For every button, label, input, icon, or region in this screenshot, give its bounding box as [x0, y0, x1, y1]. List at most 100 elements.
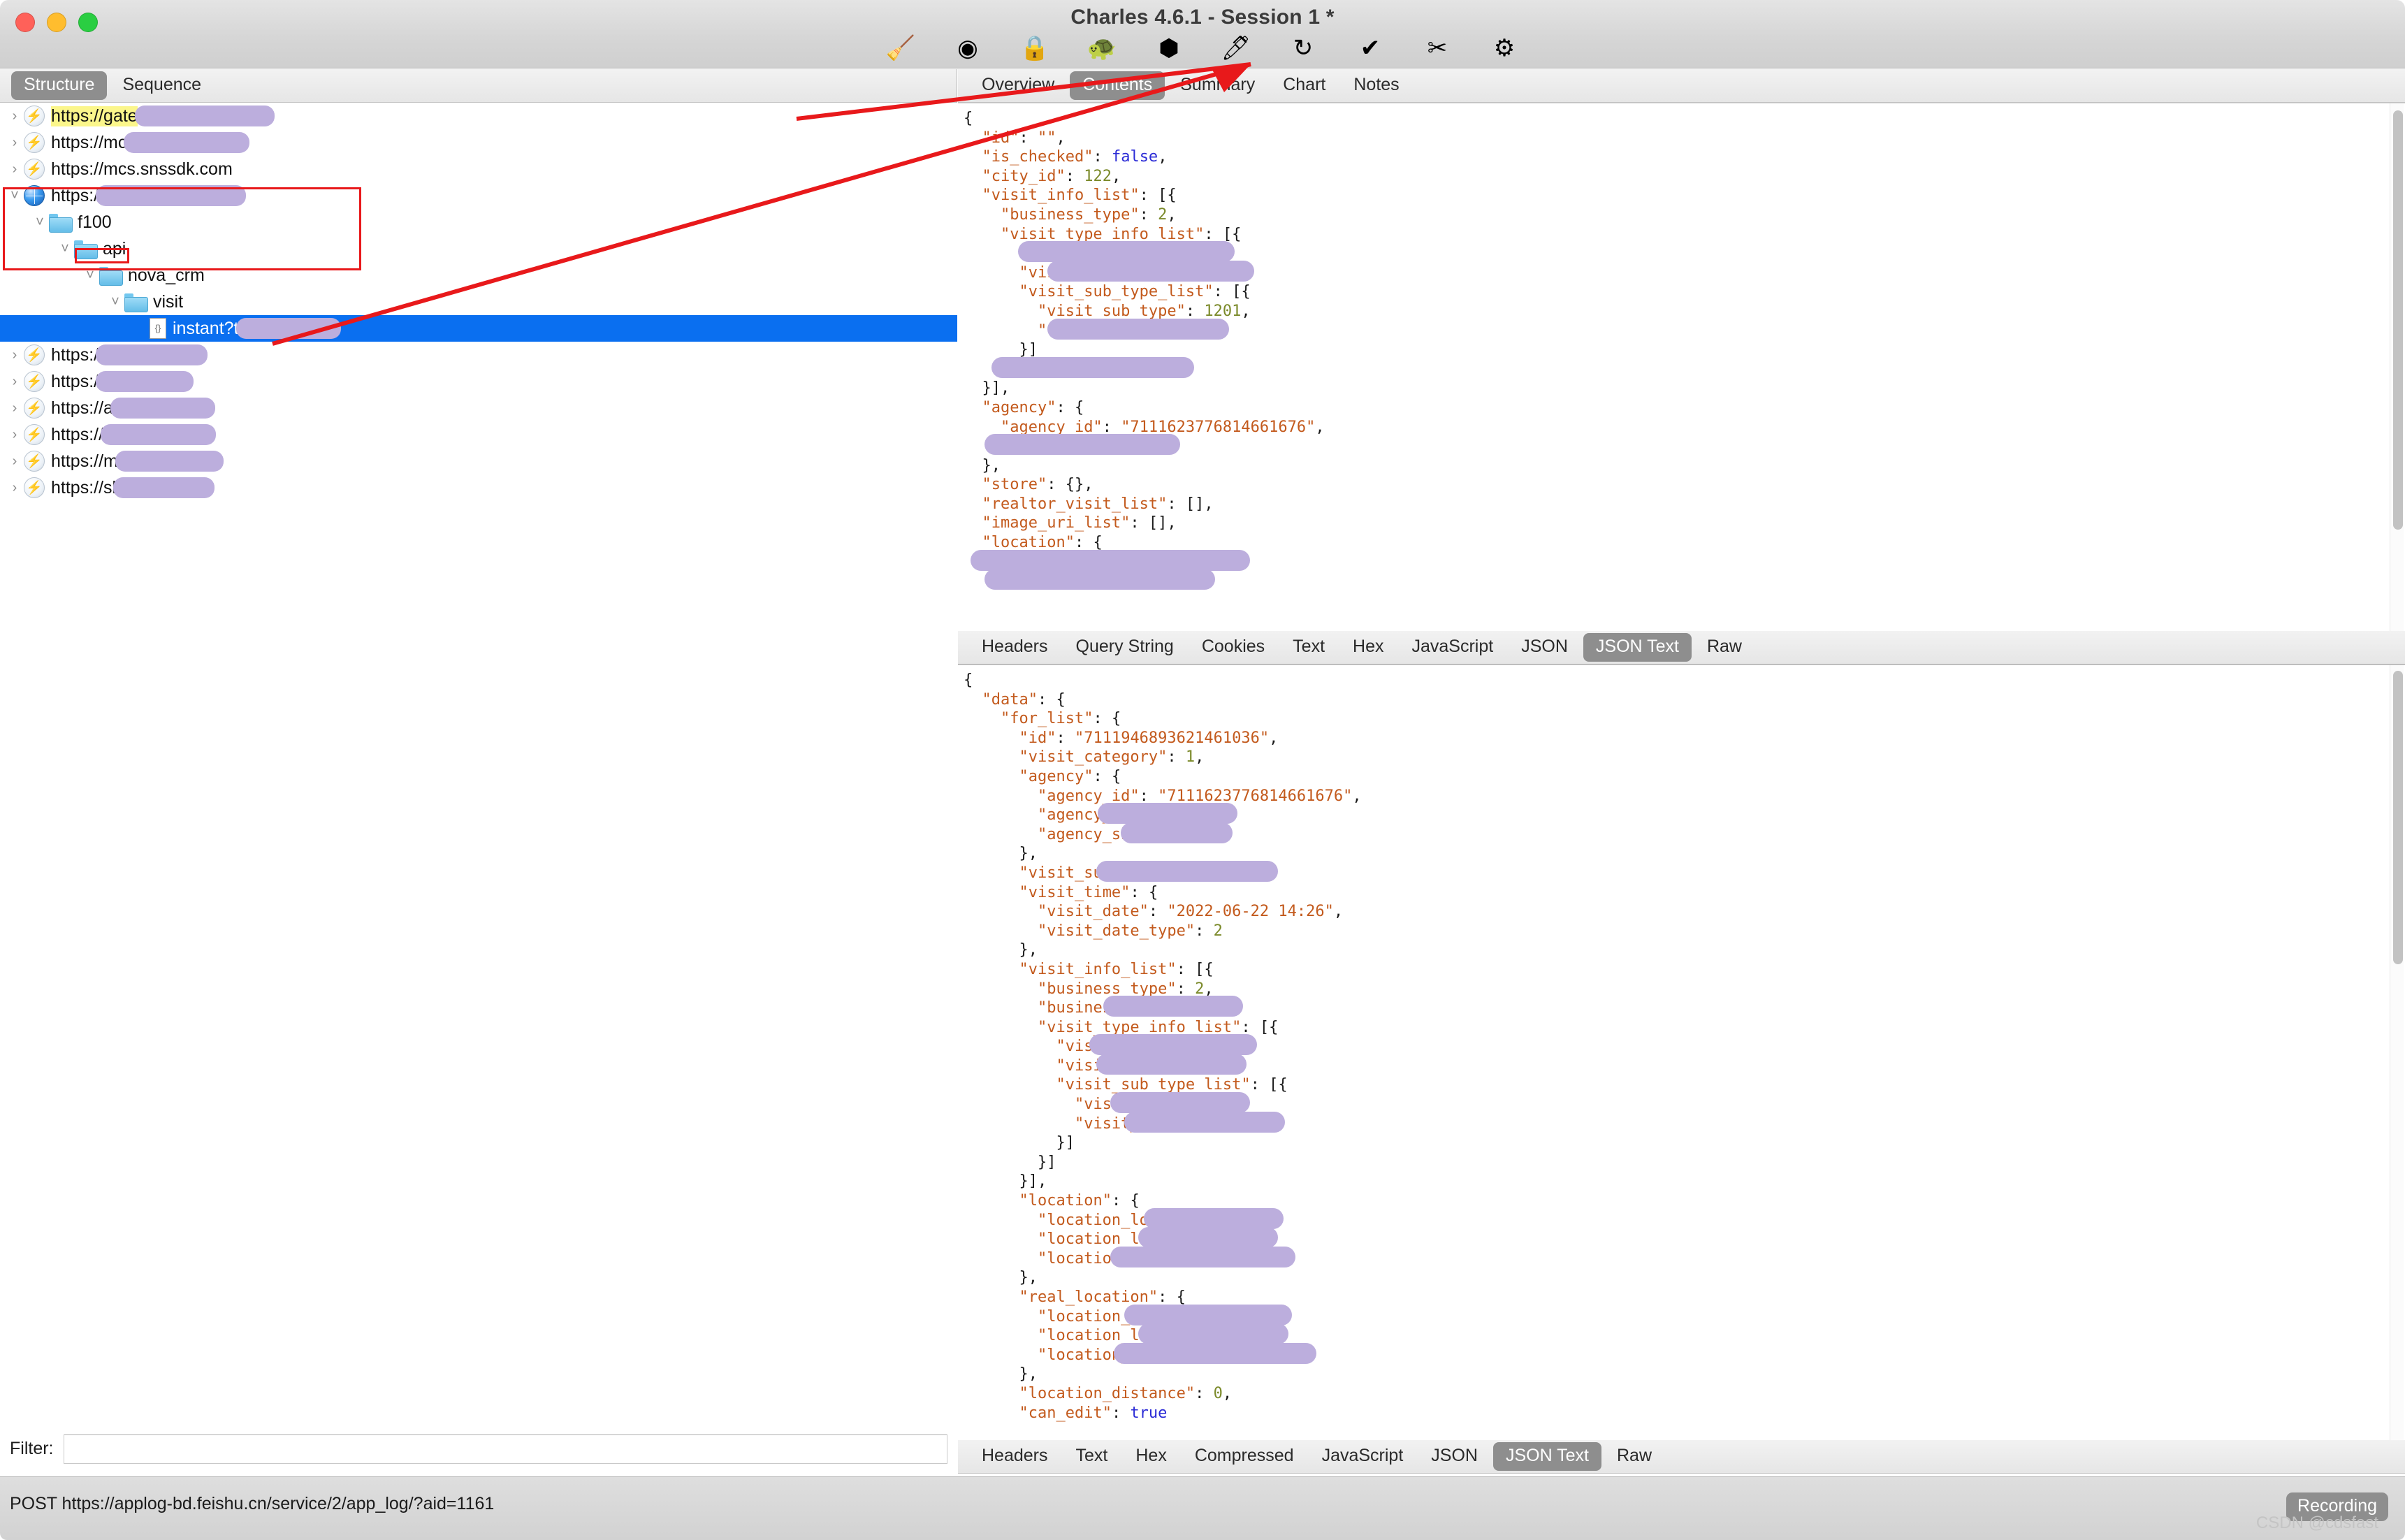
- tab-sequence[interactable]: Sequence: [110, 71, 214, 100]
- bolt-icon: ⚡: [24, 424, 45, 445]
- request-tabstrip-wrap: Headers Query String Cookies Text Hex JavaScr…: [958, 631, 2405, 664]
- chevron-down-icon[interactable]: ˅: [106, 294, 124, 310]
- json-line: "loc": [964, 569, 2405, 591]
- checkmark-icon[interactable]: ✔: [1337, 29, 1404, 67]
- bolt-icon: ⚡: [24, 159, 45, 180]
- record-icon[interactable]: ◉: [934, 29, 1001, 67]
- json-doc-icon: {}: [150, 318, 166, 339]
- filter-input[interactable]: [63, 1434, 947, 1464]
- request-body-viewer[interactable]: { "id": "", "is_checked": false, "city_i…: [958, 103, 2405, 631]
- refresh-icon[interactable]: ↻: [1270, 29, 1337, 67]
- tree-row[interactable]: ˅ f100: [0, 209, 957, 235]
- json-line: "id": "7111946893621461036",: [1019, 729, 1279, 747]
- reqtab-hex[interactable]: Hex: [1340, 633, 1396, 662]
- reqtab-json[interactable]: JSON: [1509, 633, 1581, 662]
- reqtab-json-text[interactable]: JSON Text: [1583, 633, 1692, 662]
- json-line: {: [964, 110, 973, 127]
- request-scrollbar[interactable]: [2390, 103, 2404, 631]
- globe-icon: [24, 185, 45, 206]
- restab-raw[interactable]: Raw: [1604, 1442, 1664, 1471]
- restab-json-text[interactable]: JSON Text: [1492, 1442, 1601, 1471]
- reqtab-query-string[interactable]: Query String: [1063, 633, 1186, 662]
- request-scrollbar-thumb[interactable]: [2393, 110, 2403, 530]
- tree-row[interactable]: › ⚡ https:/: [0, 368, 957, 395]
- json-line: }],: [964, 379, 1010, 398]
- reqtab-raw[interactable]: Raw: [1694, 633, 1754, 662]
- response-body-viewer[interactable]: { "data": { "for_list": { "id": "7111946…: [958, 664, 2405, 1440]
- tab-chart[interactable]: Chart: [1270, 71, 1338, 100]
- folder-icon: [99, 266, 123, 286]
- chevron-right-icon[interactable]: ›: [6, 347, 24, 363]
- response-json-text: { "data": { "for_list": { "id": "7111946…: [958, 665, 2405, 1423]
- pen-icon[interactable]: 🖊: [1202, 29, 1270, 67]
- tree-row[interactable]: › ⚡ https://: [0, 421, 957, 448]
- response-scrollbar[interactable]: [2390, 665, 2404, 1440]
- redaction-mark: [96, 344, 208, 365]
- tree-row[interactable]: › ⚡ https://a: [0, 395, 957, 421]
- chevron-down-icon[interactable]: ˅: [6, 188, 24, 204]
- chevron-right-icon[interactable]: ›: [6, 135, 24, 151]
- json-line: "realtor_visit_list": [],: [982, 495, 1214, 513]
- lock-icon[interactable]: 🔒: [1001, 29, 1068, 67]
- broom-icon[interactable]: 🧹: [867, 29, 934, 67]
- request-json-text: { "id": "", "is_checked": false, "city_i…: [958, 103, 2405, 591]
- tab-structure[interactable]: Structure: [11, 71, 108, 100]
- session-tree[interactable]: › ⚡ https://gate › ⚡ https://mc › ⚡ https://mcs.…: [0, 103, 957, 1421]
- tree-row[interactable]: › ⚡ https:/: [0, 342, 957, 368]
- restab-headers[interactable]: Headers: [969, 1442, 1061, 1471]
- json-line: "visit_type_": [964, 1053, 2405, 1076]
- restab-hex[interactable]: Hex: [1123, 1442, 1179, 1471]
- chevron-right-icon[interactable]: ›: [6, 400, 24, 416]
- gear-icon[interactable]: ⚙: [1471, 29, 1538, 67]
- chevron-right-icon[interactable]: ›: [6, 480, 24, 496]
- restab-compressed[interactable]: Compressed: [1182, 1442, 1307, 1471]
- json-line: "v": [964, 318, 2405, 341]
- filter-bar: Filter:: [0, 1421, 957, 1476]
- tab-notes[interactable]: Notes: [1341, 71, 1411, 100]
- chevron-down-icon[interactable]: ˅: [56, 241, 74, 257]
- reqtab-text[interactable]: Text: [1280, 633, 1337, 662]
- tree-row[interactable]: › ⚡ https://sl: [0, 474, 957, 501]
- redaction-mark: [1018, 241, 1235, 263]
- json-line: "city_id": 122,: [982, 167, 1121, 185]
- json-line: "location_str": ": [964, 1246, 2405, 1269]
- redaction-mark: [1098, 803, 1237, 825]
- chevron-right-icon[interactable]: ›: [6, 427, 24, 443]
- tree-row[interactable]: ˅ nova_crm: [0, 262, 957, 289]
- tree-row[interactable]: › ⚡ https://gate: [0, 103, 957, 129]
- restab-javascript[interactable]: JavaScript: [1309, 1442, 1416, 1471]
- tree-row[interactable]: › ⚡ https://mc: [0, 129, 957, 156]
- chevron-right-icon[interactable]: ›: [6, 161, 24, 177]
- chevron-right-icon[interactable]: ›: [131, 321, 150, 337]
- tree-row[interactable]: › ⚡ https://m: [0, 448, 957, 474]
- redaction-mark: [101, 424, 217, 445]
- bolt-icon: ⚡: [24, 344, 45, 365]
- tree-row[interactable]: › ⚡ https://mcs.snssdk.com: [0, 156, 957, 182]
- tab-summary[interactable]: Summary: [1168, 71, 1267, 100]
- turtle-icon[interactable]: 🐢: [1068, 29, 1135, 67]
- json-line: }],: [964, 1172, 1047, 1191]
- scissors-icon[interactable]: ✂: [1404, 29, 1471, 67]
- tree-row-label: visit: [153, 291, 184, 312]
- tab-overview[interactable]: Overview: [969, 71, 1067, 100]
- tree-row-selected[interactable]: ›{} instant?t: [0, 315, 957, 342]
- chevron-right-icon[interactable]: ›: [6, 453, 24, 470]
- restab-text[interactable]: Text: [1063, 1442, 1121, 1471]
- tree-row[interactable]: ˅ visit: [0, 289, 957, 315]
- chevron-right-icon[interactable]: ›: [6, 108, 24, 124]
- chevron-right-icon[interactable]: ›: [6, 374, 24, 390]
- chevron-down-icon[interactable]: ˅: [81, 268, 99, 284]
- chevron-down-icon[interactable]: ˅: [31, 215, 49, 231]
- redaction-mark: [1047, 318, 1229, 340]
- json-line: }],: [964, 356, 2405, 379]
- restab-json[interactable]: JSON: [1418, 1442, 1490, 1471]
- hexagon-icon[interactable]: ⬢: [1135, 29, 1202, 67]
- response-scrollbar-thumb[interactable]: [2393, 671, 2403, 964]
- reqtab-cookies[interactable]: Cookies: [1189, 633, 1277, 662]
- reqtab-headers[interactable]: Headers: [969, 633, 1061, 662]
- reqtab-javascript[interactable]: JavaScript: [1400, 633, 1506, 662]
- tree-row[interactable]: ˅ api: [0, 235, 957, 262]
- tree-row-label: https://sl: [51, 477, 117, 497]
- tab-contents[interactable]: Contents: [1070, 71, 1165, 100]
- tree-row[interactable]: ˅ https:/: [0, 182, 957, 209]
